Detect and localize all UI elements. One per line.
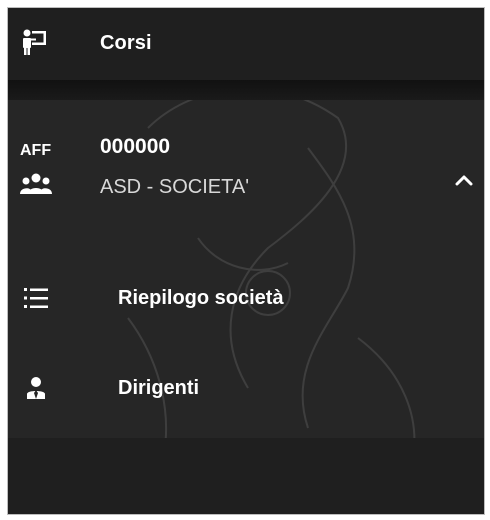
society-name: ASD - SOCIETA' [100,176,250,198]
presenter-board-icon [18,26,50,58]
submenu-item-riepilogo[interactable]: Riepilogo società [8,270,484,326]
submenu-label-riepilogo: Riepilogo società [118,287,284,309]
submenu-label-dirigenti: Dirigenti [118,377,200,399]
submenu-item-dirigenti[interactable]: Dirigenti [8,360,484,416]
people-group-icon [18,170,54,200]
chevron-up-icon[interactable] [452,168,476,192]
menu-label-corsi: Corsi [100,32,152,54]
affiliation-prefix: AFF [20,142,52,159]
sidebar-footer [8,438,484,514]
society-header[interactable]: AFF 000000 ASD - SOCIETA' [8,100,484,230]
divider [8,80,484,100]
list-icon [22,284,50,312]
society-code: 000000 [100,135,171,158]
sidebar-panel: Corsi AFF 000000 ASD - SOCIETA' Riepilog… [7,7,485,515]
menu-item-corsi[interactable]: Corsi [8,8,484,80]
person-tie-icon [22,374,50,402]
